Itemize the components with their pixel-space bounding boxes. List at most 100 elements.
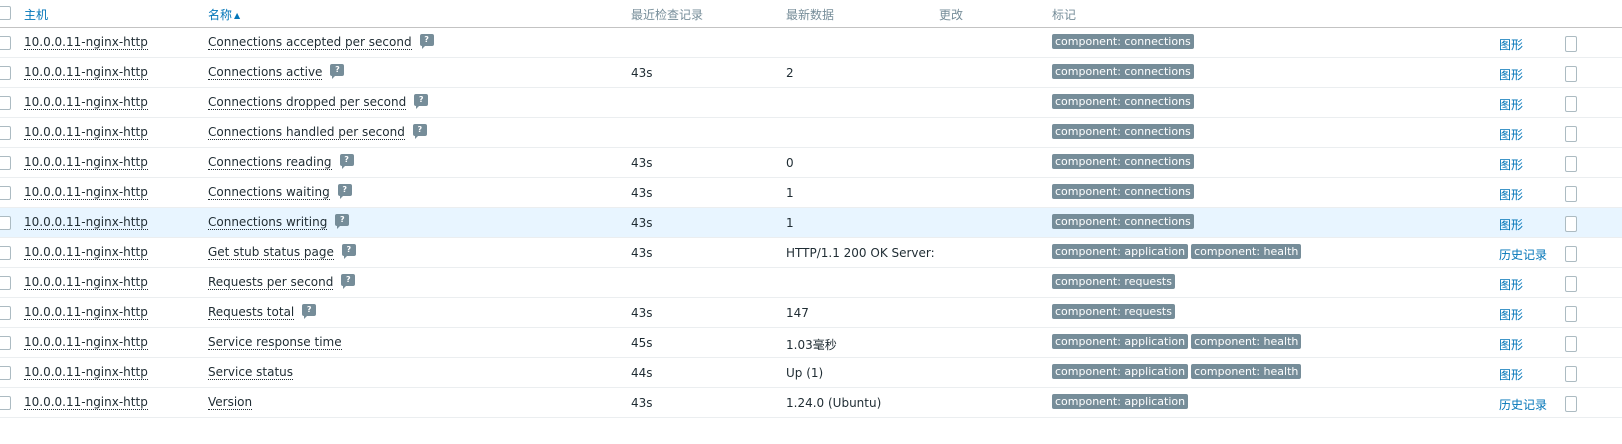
item-name-link[interactable]: Connections dropped per second bbox=[208, 96, 407, 110]
graph-history-link[interactable]: 图形 bbox=[1499, 306, 1523, 323]
item-name-link[interactable]: Connections handled per second bbox=[208, 126, 405, 140]
host-link[interactable]: 10.0.0.11-nginx-http bbox=[24, 336, 148, 350]
host-link[interactable]: 10.0.0.11-nginx-http bbox=[24, 36, 148, 50]
tag-badge[interactable]: component: application bbox=[1052, 364, 1189, 379]
row-checkbox[interactable] bbox=[0, 366, 11, 380]
graph-history-link[interactable]: 图形 bbox=[1499, 276, 1523, 293]
item-name-link[interactable]: Service response time bbox=[208, 336, 342, 350]
row-action-edge[interactable] bbox=[1565, 36, 1577, 52]
row-checkbox[interactable] bbox=[0, 126, 11, 140]
description-hint-icon[interactable]: ? bbox=[419, 34, 434, 49]
graph-history-link[interactable]: 历史记录 bbox=[1499, 396, 1547, 413]
row-action-edge[interactable] bbox=[1565, 126, 1577, 142]
tag-badge[interactable]: component: requests bbox=[1052, 274, 1175, 289]
tag-badge[interactable]: component: connections bbox=[1052, 214, 1194, 229]
tag-badge[interactable]: component: health bbox=[1191, 334, 1302, 349]
row-checkbox[interactable] bbox=[0, 36, 11, 50]
tag-badge[interactable]: component: health bbox=[1191, 364, 1302, 379]
item-name-link[interactable]: Get stub status page bbox=[208, 246, 334, 260]
tag-badge[interactable]: component: connections bbox=[1052, 64, 1194, 79]
row-action-edge[interactable] bbox=[1565, 306, 1577, 322]
item-name-link[interactable]: Version bbox=[208, 396, 253, 410]
item-name-link[interactable]: Requests total bbox=[208, 306, 295, 320]
graph-history-link[interactable]: 图形 bbox=[1499, 216, 1523, 233]
row-checkbox[interactable] bbox=[0, 276, 11, 290]
row-action-edge[interactable] bbox=[1565, 366, 1577, 382]
tag-badge[interactable]: component: application bbox=[1052, 394, 1189, 409]
graph-history-link[interactable]: 图形 bbox=[1499, 126, 1523, 143]
host-link[interactable]: 10.0.0.11-nginx-http bbox=[24, 126, 148, 140]
item-name-link[interactable]: Connections writing bbox=[208, 216, 328, 230]
description-hint-icon[interactable]: ? bbox=[341, 244, 356, 259]
description-hint-icon[interactable]: ? bbox=[339, 154, 354, 169]
tag-badge[interactable]: component: connections bbox=[1052, 184, 1194, 199]
item-name-link[interactable]: Service status bbox=[208, 366, 294, 380]
item-name: Connections handled per second? bbox=[208, 124, 427, 140]
description-hint-icon[interactable]: ? bbox=[335, 214, 350, 229]
host-link[interactable]: 10.0.0.11-nginx-http bbox=[24, 246, 148, 260]
description-hint-icon[interactable]: ? bbox=[412, 124, 427, 139]
row-checkbox[interactable] bbox=[0, 156, 11, 170]
item-name-link[interactable]: Connections reading bbox=[208, 156, 332, 170]
item-name-link[interactable]: Connections waiting bbox=[208, 186, 330, 200]
graph-history-link[interactable]: 图形 bbox=[1499, 336, 1523, 353]
row-action-edge[interactable] bbox=[1565, 216, 1577, 232]
tag-badge[interactable]: component: requests bbox=[1052, 304, 1175, 319]
tag-badge[interactable]: component: connections bbox=[1052, 34, 1194, 49]
tag-badge[interactable]: component: connections bbox=[1052, 94, 1194, 109]
item-name-link[interactable]: Requests per second bbox=[208, 276, 334, 290]
row-action-edge[interactable] bbox=[1565, 96, 1577, 112]
graph-history-link[interactable]: 历史记录 bbox=[1499, 246, 1547, 263]
tag-badge[interactable]: component: connections bbox=[1052, 124, 1194, 139]
tag-list: component: connections bbox=[1052, 64, 1194, 79]
latest-data-value: 0 bbox=[786, 156, 794, 170]
select-all-checkbox[interactable] bbox=[0, 6, 11, 20]
last-check-header: 最近检查记录 bbox=[631, 8, 704, 22]
sort-host-header[interactable]: 主机 bbox=[24, 6, 48, 23]
description-hint-icon[interactable]: ? bbox=[341, 274, 356, 289]
row-action-edge[interactable] bbox=[1565, 66, 1577, 82]
row-action-edge[interactable] bbox=[1565, 276, 1577, 292]
tag-badge[interactable]: component: health bbox=[1191, 244, 1302, 259]
row-action-edge[interactable] bbox=[1565, 336, 1577, 352]
host-link[interactable]: 10.0.0.11-nginx-http bbox=[24, 96, 148, 110]
host-link[interactable]: 10.0.0.11-nginx-http bbox=[24, 66, 148, 80]
host-link[interactable]: 10.0.0.11-nginx-http bbox=[24, 396, 148, 410]
row-action-edge[interactable] bbox=[1565, 156, 1577, 172]
graph-history-link[interactable]: 图形 bbox=[1499, 66, 1523, 83]
item-name-link[interactable]: Connections active bbox=[208, 66, 323, 80]
description-hint-icon[interactable]: ? bbox=[337, 184, 352, 199]
row-checkbox[interactable] bbox=[0, 396, 11, 410]
description-hint-icon[interactable]: ? bbox=[302, 304, 317, 319]
host-link[interactable]: 10.0.0.11-nginx-http bbox=[24, 186, 148, 200]
description-hint-icon[interactable]: ? bbox=[330, 64, 345, 79]
host-link[interactable]: 10.0.0.11-nginx-http bbox=[24, 366, 148, 380]
host-link[interactable]: 10.0.0.11-nginx-http bbox=[24, 306, 148, 320]
host-link[interactable]: 10.0.0.11-nginx-http bbox=[24, 276, 148, 290]
row-action-edge[interactable] bbox=[1565, 186, 1577, 202]
row-checkbox[interactable] bbox=[0, 186, 11, 200]
row-checkbox[interactable] bbox=[0, 216, 11, 230]
graph-history-link[interactable]: 图形 bbox=[1499, 36, 1523, 53]
row-checkbox[interactable] bbox=[0, 336, 11, 350]
graph-history-link[interactable]: 图形 bbox=[1499, 96, 1523, 113]
description-hint-icon[interactable]: ? bbox=[414, 94, 429, 109]
table-row: 10.0.0.11-nginx-http Requests per second?… bbox=[0, 268, 1622, 298]
row-checkbox[interactable] bbox=[0, 246, 11, 260]
graph-history-link[interactable]: 图形 bbox=[1499, 156, 1523, 173]
item-name-link[interactable]: Connections accepted per second bbox=[208, 36, 412, 50]
host-link[interactable]: 10.0.0.11-nginx-http bbox=[24, 216, 148, 230]
tag-badge[interactable]: component: application bbox=[1052, 334, 1189, 349]
tag-badge[interactable]: component: application bbox=[1052, 244, 1189, 259]
row-checkbox[interactable] bbox=[0, 66, 11, 80]
sort-name-header[interactable]: 名称 ▲ bbox=[208, 6, 240, 23]
host-link[interactable]: 10.0.0.11-nginx-http bbox=[24, 156, 148, 170]
tag-badge[interactable]: component: connections bbox=[1052, 154, 1194, 169]
row-action-edge[interactable] bbox=[1565, 396, 1577, 412]
table-row: 10.0.0.11-nginx-http Requests total? 43s 14… bbox=[0, 298, 1622, 328]
row-checkbox[interactable] bbox=[0, 306, 11, 320]
row-checkbox[interactable] bbox=[0, 96, 11, 110]
graph-history-link[interactable]: 图形 bbox=[1499, 366, 1523, 383]
graph-history-link[interactable]: 图形 bbox=[1499, 186, 1523, 203]
row-action-edge[interactable] bbox=[1565, 246, 1577, 262]
